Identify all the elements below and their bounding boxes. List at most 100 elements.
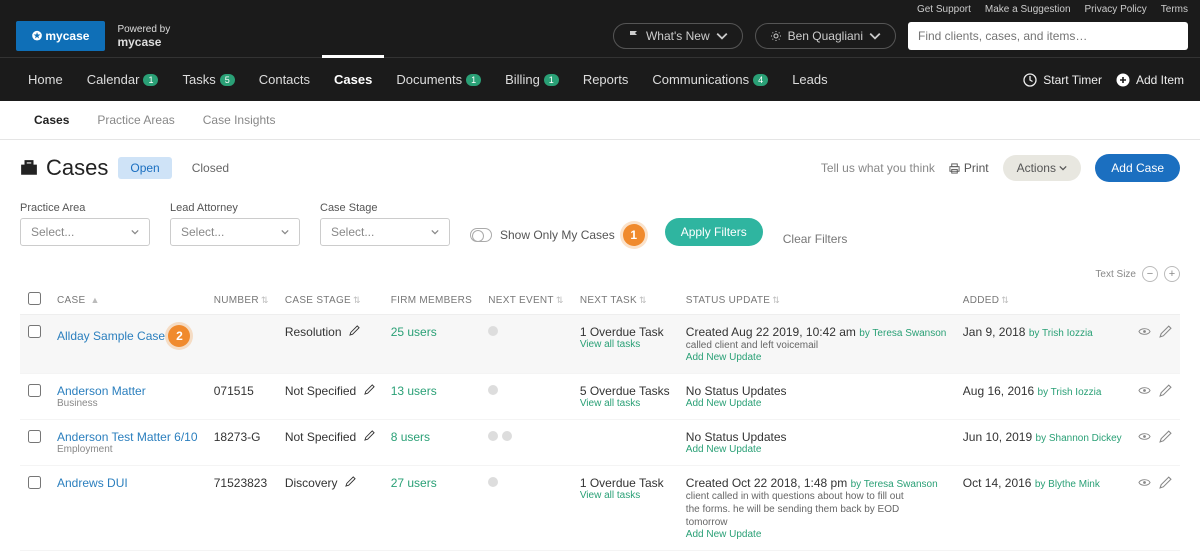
case-number bbox=[206, 315, 277, 374]
view-all-tasks-link[interactable]: View all tasks bbox=[580, 398, 670, 409]
col-status[interactable]: STATUS UPDATE⇅ bbox=[678, 286, 955, 315]
printer-icon bbox=[949, 163, 960, 174]
view-all-tasks-link[interactable]: View all tasks bbox=[580, 339, 670, 350]
state-open-toggle[interactable]: Open bbox=[118, 157, 171, 179]
practice-area-select[interactable]: Select... bbox=[20, 218, 150, 246]
col-stage[interactable]: CASE STAGE⇅ bbox=[277, 286, 383, 315]
actions-menu-button[interactable]: Actions bbox=[1003, 155, 1082, 181]
chevron-down-icon bbox=[1059, 164, 1067, 172]
whats-new-button[interactable]: What's New bbox=[613, 23, 743, 49]
badge: 4 bbox=[753, 74, 768, 86]
case-link[interactable]: Anderson Test Matter 6/10 bbox=[57, 430, 198, 444]
text-size-decrease-button[interactable]: − bbox=[1142, 266, 1158, 282]
added-date: Jan 9, 2018 bbox=[963, 325, 1026, 339]
clock-icon bbox=[1023, 73, 1037, 87]
case-link[interactable]: Andrews DUI bbox=[57, 476, 128, 490]
next-task-text: 5 Overdue Tasks bbox=[580, 384, 670, 398]
badge: 1 bbox=[544, 74, 559, 86]
text-size-increase-button[interactable]: + bbox=[1164, 266, 1180, 282]
show-my-cases-toggle[interactable] bbox=[470, 228, 492, 242]
nav-tasks[interactable]: Tasks5 bbox=[170, 58, 246, 101]
top-link[interactable]: Privacy Policy bbox=[1085, 4, 1147, 15]
pencil-icon[interactable] bbox=[1159, 384, 1172, 397]
col-next-event[interactable]: NEXT EVENT⇅ bbox=[480, 286, 572, 315]
top-link[interactable]: Get Support bbox=[917, 4, 971, 15]
eye-icon[interactable] bbox=[1138, 476, 1151, 489]
case-link[interactable]: Allday Sample Case bbox=[57, 329, 165, 343]
eye-icon[interactable] bbox=[1138, 325, 1151, 338]
case-number: 071515 bbox=[206, 374, 277, 420]
case-stage-cell: Discovery bbox=[277, 466, 383, 551]
firm-members-link[interactable]: 13 users bbox=[391, 384, 437, 398]
nav-leads[interactable]: Leads bbox=[780, 58, 839, 101]
added-by: by Trish Iozzia bbox=[1038, 387, 1102, 398]
subtab-cases[interactable]: Cases bbox=[20, 101, 83, 139]
nav-reports[interactable]: Reports bbox=[571, 58, 641, 101]
nav-billing[interactable]: Billing1 bbox=[493, 58, 571, 101]
lead-attorney-select[interactable]: Select... bbox=[170, 218, 300, 246]
case-link[interactable]: Anderson Matter bbox=[57, 384, 146, 398]
add-new-update-link[interactable]: Add New Update bbox=[686, 352, 947, 363]
case-number: 18273-G bbox=[206, 420, 277, 466]
chevron-down-icon bbox=[131, 228, 139, 236]
show-my-cases-label: Show Only My Cases bbox=[500, 228, 615, 242]
callout-1: 1 bbox=[623, 224, 645, 246]
nav-home[interactable]: Home bbox=[16, 58, 75, 101]
row-checkbox[interactable] bbox=[28, 476, 41, 489]
lead-attorney-label: Lead Attorney bbox=[170, 202, 300, 214]
clear-filters-link[interactable]: Clear Filters bbox=[783, 232, 848, 246]
row-checkbox[interactable] bbox=[28, 430, 41, 443]
pencil-icon[interactable] bbox=[349, 325, 360, 336]
nav-calendar[interactable]: Calendar1 bbox=[75, 58, 171, 101]
case-number: 71523823 bbox=[206, 466, 277, 551]
pencil-icon[interactable] bbox=[364, 430, 375, 441]
add-new-update-link[interactable]: Add New Update bbox=[686, 398, 947, 409]
case-stage-select[interactable]: Select... bbox=[320, 218, 450, 246]
top-link[interactable]: Terms bbox=[1161, 4, 1188, 15]
feedback-link[interactable]: Tell us what you think bbox=[821, 161, 935, 175]
eye-icon[interactable] bbox=[1138, 430, 1151, 443]
firm-members-link[interactable]: 25 users bbox=[391, 325, 437, 339]
col-case[interactable]: CASE ▲ bbox=[49, 286, 206, 315]
start-timer-button[interactable]: Start Timer bbox=[1023, 73, 1102, 87]
pencil-icon[interactable] bbox=[345, 476, 356, 487]
subtab-practice-areas[interactable]: Practice Areas bbox=[83, 101, 188, 139]
badge: 1 bbox=[466, 74, 481, 86]
top-link[interactable]: Make a Suggestion bbox=[985, 4, 1071, 15]
row-checkbox[interactable] bbox=[28, 325, 41, 338]
col-added[interactable]: ADDED⇅ bbox=[955, 286, 1130, 315]
state-closed-toggle[interactable]: Closed bbox=[182, 157, 239, 179]
select-all-checkbox[interactable] bbox=[28, 292, 41, 305]
nav-communications[interactable]: Communications4 bbox=[640, 58, 780, 101]
status-text: No Status Updates bbox=[686, 384, 947, 398]
print-button[interactable]: Print bbox=[949, 161, 989, 175]
nav-contacts[interactable]: Contacts bbox=[247, 58, 322, 101]
pencil-icon[interactable] bbox=[364, 384, 375, 395]
nav-cases[interactable]: Cases bbox=[322, 55, 384, 101]
add-item-button[interactable]: Add Item bbox=[1116, 73, 1184, 87]
add-case-button[interactable]: Add Case bbox=[1095, 154, 1180, 182]
view-all-tasks-link[interactable]: View all tasks bbox=[580, 490, 670, 501]
search-input[interactable] bbox=[908, 22, 1188, 50]
logo[interactable]: ✪ mycase bbox=[16, 21, 105, 51]
pencil-icon[interactable] bbox=[1159, 430, 1172, 443]
pencil-icon[interactable] bbox=[1159, 325, 1172, 338]
event-dot bbox=[488, 385, 498, 395]
user-menu-button[interactable]: Ben Quagliani bbox=[755, 23, 896, 49]
firm-members-link[interactable]: 8 users bbox=[391, 430, 430, 444]
next-task-text: 1 Overdue Task bbox=[580, 325, 670, 339]
nav-documents[interactable]: Documents1 bbox=[384, 58, 493, 101]
firm-members-link[interactable]: 27 users bbox=[391, 476, 437, 490]
subtab-case-insights[interactable]: Case Insights bbox=[189, 101, 290, 139]
col-number[interactable]: NUMBER⇅ bbox=[206, 286, 277, 315]
col-next-task[interactable]: NEXT TASK⇅ bbox=[572, 286, 678, 315]
row-checkbox[interactable] bbox=[28, 384, 41, 397]
add-new-update-link[interactable]: Add New Update bbox=[686, 529, 947, 540]
add-new-update-link[interactable]: Add New Update bbox=[686, 444, 947, 455]
case-stage-cell: Not Specified bbox=[277, 374, 383, 420]
added-by: by Trish Iozzia bbox=[1029, 328, 1093, 339]
eye-icon[interactable] bbox=[1138, 384, 1151, 397]
pencil-icon[interactable] bbox=[1159, 476, 1172, 489]
chevron-down-icon bbox=[431, 228, 439, 236]
apply-filters-button[interactable]: Apply Filters bbox=[665, 218, 763, 246]
